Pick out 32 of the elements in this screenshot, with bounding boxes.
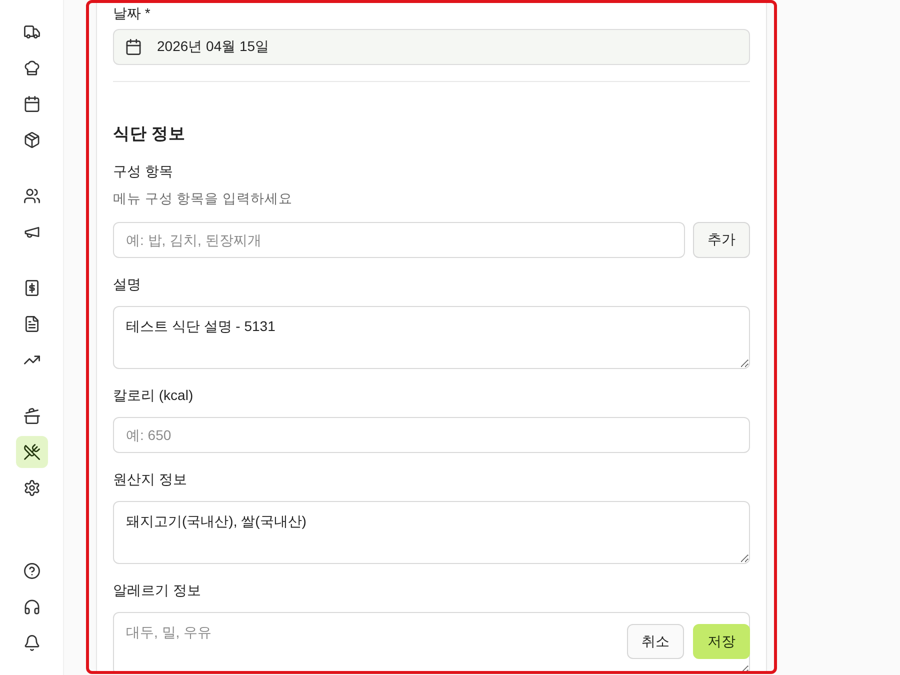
textarea-field[interactable]: 테스트 식단 설명 - 5131 [113,306,750,369]
text-input[interactable]: 예: 밥, 김치, 된장찌개 [113,222,685,258]
truck-icon [24,24,40,40]
calendar-icon [126,39,141,55]
bell-icon [24,635,40,651]
add-button[interactable]: 추가 [693,222,750,258]
document-icon [24,316,40,332]
field-label: 칼로리 (kcal) [113,386,194,405]
sidebar-item[interactable] [16,436,48,468]
field-label: 설명 [113,275,142,294]
textarea-field[interactable]: 돼지고기(국내산), 쌀(국내산) [113,501,750,564]
headphones-icon [24,599,40,615]
box-icon [24,132,40,148]
field-label: 알레르기 정보 [113,581,202,600]
date-picker[interactable]: 2026년 04월 15일 [113,29,750,65]
megaphone-icon [24,224,40,240]
save-button[interactable]: 저장 [693,624,750,659]
fork-knife-icon [24,444,40,460]
users-icon [24,188,40,204]
cooking-pot-icon [24,408,40,424]
helper-text: 메뉴 구성 항목을 입력하세요 [113,190,294,208]
text-input[interactable]: 예: 650 [113,417,750,453]
dollar-receipt-icon [24,280,40,296]
settings-icon [24,480,40,496]
calendar-icon [24,96,40,112]
section-title: 식단 정보 [113,124,187,145]
chef-hat-icon [24,60,40,76]
field-label: 원산지 정보 [113,470,188,489]
cancel-button[interactable]: 취소 [627,624,684,659]
help-icon [24,563,40,579]
field-label: 구성 항목 [113,162,174,181]
field-label: 날짜 * [113,4,152,22]
